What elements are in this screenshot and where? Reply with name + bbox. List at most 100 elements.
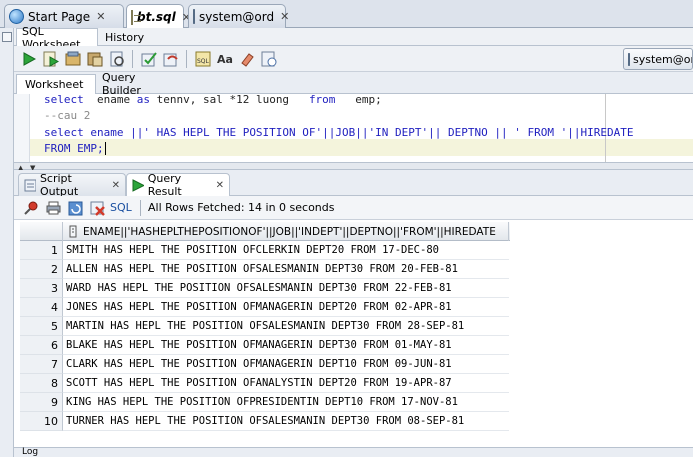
- text-cursor: [104, 142, 106, 155]
- run-statement-button[interactable]: [20, 50, 38, 68]
- table-row[interactable]: 1 SMITH HAS HEPL THE POSITION OFCLERKIN D…: [20, 241, 510, 260]
- panel-icon[interactable]: [2, 32, 12, 42]
- history-icon: [261, 51, 277, 67]
- table-cell[interactable]: MARTIN HAS HEPL THE POSITION OFSALESMANI…: [63, 317, 509, 336]
- rollback-button[interactable]: [162, 50, 180, 68]
- table-cell[interactable]: JONES HAS HEPL THE POSITION OFMANAGERIN …: [63, 298, 509, 317]
- delete-icon: [90, 201, 105, 216]
- result-tabs: Script Output ✕ Query Result ✕: [14, 170, 693, 198]
- table-row[interactable]: 5 MARTIN HAS HEPL THE POSITION OFSALESMAN…: [20, 317, 510, 336]
- table-row[interactable]: 4 JONES HAS HEPL THE POSITION OFMANAGERIN…: [20, 298, 510, 317]
- table-row[interactable]: 8 SCOTT HAS HEPL THE POSITION OFANALYSTIN…: [20, 374, 510, 393]
- tab-query-builder[interactable]: Query Builder: [94, 71, 184, 97]
- svg-text:SQL: SQL: [197, 58, 210, 65]
- toolbar-divider: [140, 200, 141, 216]
- table-cell[interactable]: ALLEN HAS HEPL THE POSITION OFSALESMANIN…: [63, 260, 509, 279]
- row-number: 9: [20, 393, 63, 412]
- run-script-button[interactable]: [42, 50, 60, 68]
- row-number: 8: [20, 374, 63, 393]
- column-type-icon: [69, 225, 77, 238]
- connection-selector[interactable]: system@ord: [623, 48, 693, 70]
- tab-script-output[interactable]: Script Output ✕: [18, 172, 126, 198]
- explain-plan-icon: [87, 52, 103, 67]
- close-icon[interactable]: ✕: [280, 10, 289, 23]
- table-cell[interactable]: WARD HAS HEPL THE POSITION OFSALESMANIN …: [63, 279, 509, 298]
- table-cell[interactable]: CLARK HAS HEPL THE POSITION OFMANAGERIN …: [63, 355, 509, 374]
- sql-tuning-button[interactable]: [108, 50, 126, 68]
- change-case-button[interactable]: Aa: [216, 50, 234, 68]
- sql-link[interactable]: SQL: [110, 201, 132, 214]
- tab-query-result[interactable]: Query Result ✕: [126, 172, 230, 198]
- tab-label: bt.sql: [137, 10, 176, 24]
- tab-label: Script Output: [39, 172, 79, 198]
- table-cell[interactable]: SMITH HAS HEPL THE POSITION OFCLERKIN DE…: [63, 241, 509, 260]
- tab-bt-sql[interactable]: bt.sql ✕: [126, 4, 191, 29]
- worksheet-toolbar: SQL Aa system@ord: [14, 46, 693, 72]
- code-line: FROM EMP;: [44, 142, 106, 155]
- toolbar-divider: [132, 50, 133, 68]
- line-gutter: [14, 94, 30, 162]
- clear-button[interactable]: [238, 50, 256, 68]
- worksheet-mode-tabs: SQL Worksheet History: [14, 25, 693, 51]
- autotrace-button[interactable]: [64, 50, 82, 68]
- close-icon[interactable]: ✕: [96, 10, 105, 23]
- table-row[interactable]: 3 WARD HAS HEPL THE POSITION OFSALESMANIN…: [20, 279, 510, 298]
- table-row[interactable]: 6 BLAKE HAS HEPL THE POSITION OFMANAGERIN…: [20, 336, 510, 355]
- table-row[interactable]: 10 TURNER HAS HEPL THE POSITION OFSALESMA…: [20, 412, 510, 431]
- refresh-icon: [68, 201, 82, 215]
- close-icon[interactable]: ✕: [216, 180, 224, 191]
- grid-header: ENAME||'HASHEPLTHEPOSITIONOF'||JOB||'IND…: [20, 222, 510, 241]
- tab-system-ord[interactable]: system@ord ✕: [188, 4, 289, 28]
- delete-button[interactable]: [88, 199, 106, 217]
- commit-button[interactable]: [140, 50, 158, 68]
- bottom-panel-bar: Log: [14, 447, 693, 457]
- sql-history-button[interactable]: [260, 50, 278, 68]
- sql-button[interactable]: SQL: [194, 50, 212, 68]
- sql-file-icon: [131, 9, 141, 25]
- script-output-icon: [24, 179, 36, 191]
- tab-sql-worksheet[interactable]: SQL Worksheet: [16, 25, 98, 51]
- print-button[interactable]: [44, 199, 62, 217]
- row-number: 2: [20, 260, 63, 279]
- close-icon[interactable]: ✕: [112, 180, 120, 191]
- table-cell[interactable]: KING HAS HEPL THE POSITION OFPRESIDENTIN…: [63, 393, 509, 412]
- commit-icon: [141, 52, 157, 67]
- sql-editor[interactable]: select ename as tennv, sal *12 luong fro…: [14, 94, 693, 162]
- row-number: 4: [20, 298, 63, 317]
- column-header-label: ENAME||'HASHEPLTHEPOSITIONOF'||JOB||'IND…: [83, 225, 496, 238]
- row-number: 10: [20, 412, 63, 431]
- connection-label: system@ord: [633, 52, 692, 66]
- autotrace-icon: [65, 51, 81, 66]
- row-number: 3: [20, 279, 63, 298]
- pane-splitter[interactable]: ▲ ▼: [14, 162, 693, 172]
- tab-label: Worksheet: [25, 78, 84, 91]
- tuning-icon: [110, 51, 124, 67]
- tab-history[interactable]: History: [100, 28, 156, 46]
- table-cell[interactable]: SCOTT HAS HEPL THE POSITION OFANALYSTIN …: [63, 374, 509, 393]
- explain-plan-button[interactable]: [86, 50, 104, 68]
- sql-icon: SQL: [195, 51, 211, 67]
- code-line: select ename ||' HAS HEPL THE POSITION O…: [44, 126, 634, 139]
- pin-button[interactable]: [22, 199, 40, 217]
- result-grid[interactable]: ENAME||'HASHEPLTHEPOSITIONOF'||JOB||'IND…: [20, 222, 510, 446]
- database-icon: [628, 52, 630, 66]
- refresh-button[interactable]: [66, 199, 84, 217]
- table-cell[interactable]: BLAKE HAS HEPL THE POSITION OFMANAGERIN …: [63, 336, 509, 355]
- table-cell[interactable]: TURNER HAS HEPL THE POSITION OFSALESMANI…: [63, 412, 509, 431]
- table-row[interactable]: 2 ALLEN HAS HEPL THE POSITION OFSALESMANI…: [20, 260, 510, 279]
- tab-label: Query Result: [147, 172, 182, 198]
- result-toolbar: SQL All Rows Fetched: 14 in 0 seconds: [14, 196, 693, 220]
- tab-label: Start Page: [28, 9, 91, 24]
- tab-worksheet[interactable]: Worksheet: [16, 74, 96, 94]
- change-case-icon: Aa: [217, 52, 233, 66]
- log-tab[interactable]: Log: [22, 447, 38, 457]
- table-row[interactable]: 7 CLARK HAS HEPL THE POSITION OFMANAGERIN…: [20, 355, 510, 374]
- row-number: 5: [20, 317, 63, 336]
- table-row[interactable]: 9 KING HAS HEPL THE POSITION OFPRESIDENTI…: [20, 393, 510, 412]
- tab-label: system@ord: [199, 9, 275, 24]
- row-number: 6: [20, 336, 63, 355]
- left-strip: [0, 28, 14, 457]
- pin-icon: [24, 201, 38, 215]
- print-icon: [46, 201, 60, 215]
- column-header[interactable]: ENAME||'HASHEPLTHEPOSITIONOF'||JOB||'IND…: [63, 222, 509, 241]
